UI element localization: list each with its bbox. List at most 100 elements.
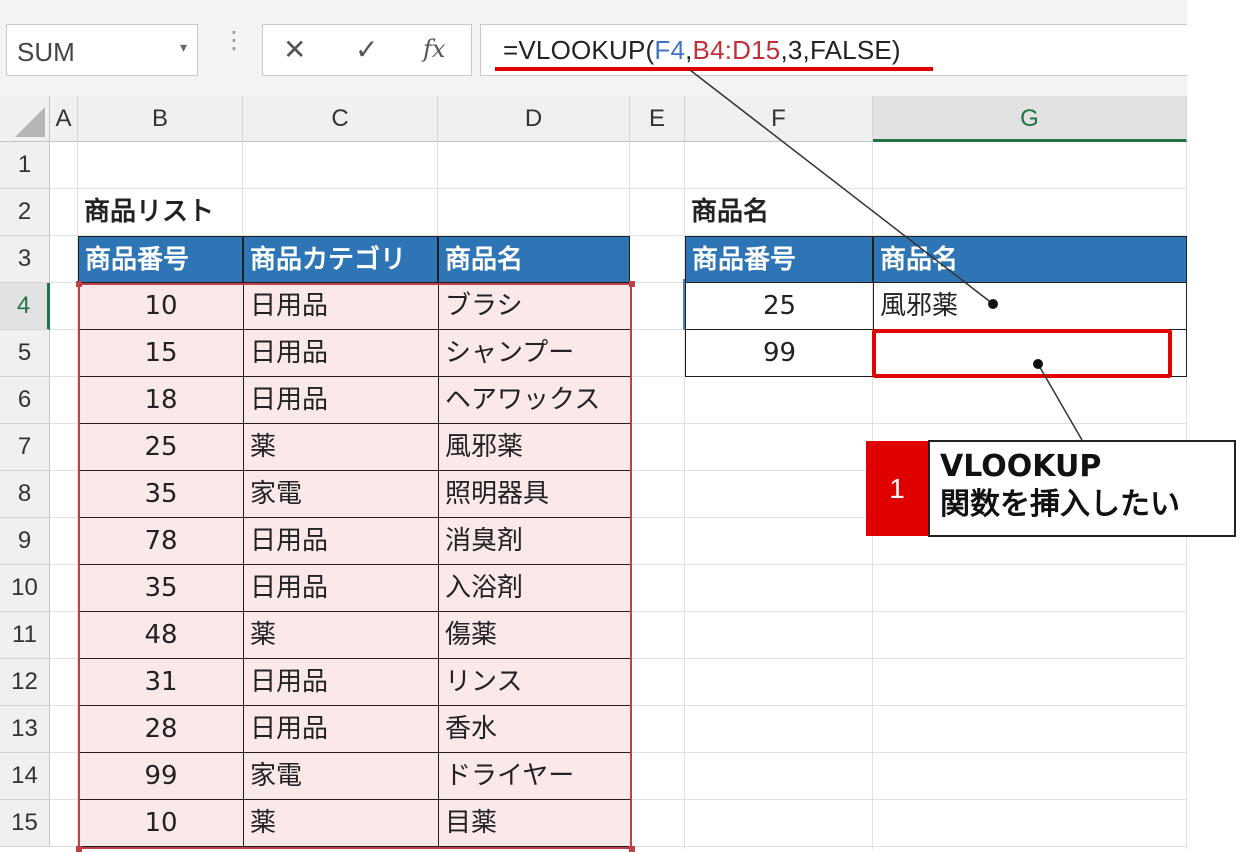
- product-list-header-text: 商品名: [445, 245, 524, 275]
- row-header-14[interactable]: 14: [0, 753, 50, 800]
- product-list-cell-text: 25: [144, 432, 178, 462]
- product-list-cell[interactable]: シャンプー: [438, 330, 630, 377]
- insert-function-icon[interactable]: fx: [423, 35, 445, 63]
- formula-input[interactable]: =VLOOKUP(F4,B4:D15,3,FALSE): [480, 24, 1187, 76]
- product-list-cell[interactable]: 消臭剤: [438, 518, 630, 565]
- product-list-header[interactable]: 商品名: [438, 236, 630, 283]
- row-header-7[interactable]: 7: [0, 424, 50, 471]
- row-header-8[interactable]: 8: [0, 471, 50, 518]
- column-header-b[interactable]: B: [78, 96, 243, 142]
- column-header-g[interactable]: G: [873, 96, 1187, 142]
- row-header-5[interactable]: 5: [0, 330, 50, 377]
- row-header-5-text: 5: [17, 339, 32, 366]
- product-list-cell[interactable]: 傷薬: [438, 612, 630, 659]
- product-list-cell-text: 薬: [250, 432, 277, 462]
- row-header-1[interactable]: 1: [0, 142, 50, 189]
- product-list-cell[interactable]: 日用品: [243, 518, 438, 565]
- product-list-cell[interactable]: 日用品: [243, 283, 438, 330]
- product-list-cell[interactable]: 48: [78, 612, 243, 659]
- product-list-cell[interactable]: 薬: [243, 612, 438, 659]
- lookup-table-cell-text: 25: [762, 291, 797, 321]
- lookup-table-header-text: 商品名: [880, 245, 959, 275]
- row-header-6[interactable]: 6: [0, 377, 50, 424]
- callout-number-badge: 1: [866, 441, 928, 536]
- checkmark-icon[interactable]: ✓: [355, 33, 378, 66]
- result-cell-highlight[interactable]: [872, 329, 1172, 378]
- product-list-cell[interactable]: ヘアワックス: [438, 377, 630, 424]
- row-header-15[interactable]: 15: [0, 800, 50, 847]
- row-header-13-text: 13: [11, 715, 38, 742]
- product-list-cell[interactable]: 18: [78, 377, 243, 424]
- product-list-cell[interactable]: 25: [78, 424, 243, 471]
- row-header-11[interactable]: 11: [0, 612, 50, 659]
- row-header-2[interactable]: 2: [0, 189, 50, 236]
- row-header-13[interactable]: 13: [0, 706, 50, 753]
- product-list-cell-text: 家電: [250, 479, 303, 509]
- product-list-cell[interactable]: 入浴剤: [438, 565, 630, 612]
- lookup-table-cell[interactable]: 25: [685, 283, 873, 330]
- product-list-cell[interactable]: 目薬: [438, 800, 630, 847]
- product-list-cell[interactable]: リンス: [438, 659, 630, 706]
- product-list-cell-text: 家電: [250, 761, 303, 791]
- product-list-cell[interactable]: 日用品: [243, 706, 438, 753]
- column-header-a-text: A: [55, 105, 72, 132]
- cancel-icon[interactable]: ✕: [283, 33, 306, 66]
- product-list-cell[interactable]: 薬: [243, 800, 438, 847]
- select-all-corner[interactable]: [0, 96, 50, 142]
- row-header-7-text: 7: [17, 433, 32, 460]
- row-header-4[interactable]: 4: [0, 283, 50, 330]
- column-header-c[interactable]: C: [243, 96, 438, 142]
- row-header-10[interactable]: 10: [0, 565, 50, 612]
- product-list-cell[interactable]: 31: [78, 659, 243, 706]
- product-list-cell[interactable]: ドライヤー: [438, 753, 630, 800]
- chevron-down-icon[interactable]: ▾: [180, 39, 187, 56]
- row-header-9[interactable]: 9: [0, 518, 50, 565]
- lookup-table-cell[interactable]: 99: [685, 330, 873, 377]
- lookup-table-header[interactable]: 商品番号: [685, 236, 873, 283]
- column-header-e[interactable]: E: [630, 96, 685, 142]
- drag-handle-icon[interactable]: ⋮: [222, 29, 246, 53]
- product-list-cell[interactable]: 35: [78, 565, 243, 612]
- row-header-14-text: 14: [11, 762, 38, 789]
- product-list-cell[interactable]: 28: [78, 706, 243, 753]
- name-box-value: SUM: [17, 37, 75, 67]
- product-list-header-text: 商品番号: [85, 245, 190, 275]
- product-list-cell[interactable]: 日用品: [243, 659, 438, 706]
- product-list-cell-text: 日用品: [250, 338, 329, 368]
- product-list-cell[interactable]: 薬: [243, 424, 438, 471]
- product-list-cell-text: 入浴剤: [445, 573, 524, 603]
- product-list-title[interactable]: 商品リスト: [78, 189, 278, 236]
- product-list-cell[interactable]: 99: [78, 753, 243, 800]
- column-header-e-text: E: [648, 105, 665, 132]
- product-list-cell[interactable]: ブラシ: [438, 283, 630, 330]
- product-list-cell[interactable]: 35: [78, 471, 243, 518]
- column-header-a[interactable]: A: [50, 96, 78, 142]
- product-list-cell-text: 10: [144, 291, 178, 321]
- product-list-cell[interactable]: 日用品: [243, 565, 438, 612]
- column-header-f[interactable]: F: [685, 96, 873, 142]
- lookup-table-cell[interactable]: 風邪薬: [873, 283, 1187, 330]
- product-list-cell[interactable]: 日用品: [243, 330, 438, 377]
- row-header-12[interactable]: 12: [0, 659, 50, 706]
- product-list-header[interactable]: 商品カテゴリ: [243, 236, 438, 283]
- product-list-cell[interactable]: 15: [78, 330, 243, 377]
- product-list-cell[interactable]: 10: [78, 800, 243, 847]
- product-list-cell[interactable]: 10: [78, 283, 243, 330]
- lookup-table-title[interactable]: 商品名: [685, 189, 873, 236]
- product-list-cell[interactable]: 家電: [243, 753, 438, 800]
- product-list-cell-text: ヘアワックス: [445, 385, 601, 415]
- name-box[interactable]: SUM ▾: [6, 24, 198, 76]
- product-list-cell[interactable]: 風邪薬: [438, 424, 630, 471]
- product-list-cell-text: 15: [144, 338, 178, 368]
- lookup-table-header[interactable]: 商品名: [873, 236, 1187, 283]
- row-header-3[interactable]: 3: [0, 236, 50, 283]
- product-list-cell[interactable]: 家電: [243, 471, 438, 518]
- formula-bar: SUM ▾ ⋮ ✕ ✓ fx =VLOOKUP(F4,B4:D15,3,FALS…: [0, 0, 1187, 96]
- product-list-cell[interactable]: 日用品: [243, 377, 438, 424]
- product-list-cell[interactable]: 照明器具: [438, 471, 630, 518]
- product-list-cell[interactable]: 香水: [438, 706, 630, 753]
- product-list-cell-text: 日用品: [250, 291, 329, 321]
- column-header-d[interactable]: D: [438, 96, 630, 142]
- product-list-header[interactable]: 商品番号: [78, 236, 243, 283]
- product-list-cell[interactable]: 78: [78, 518, 243, 565]
